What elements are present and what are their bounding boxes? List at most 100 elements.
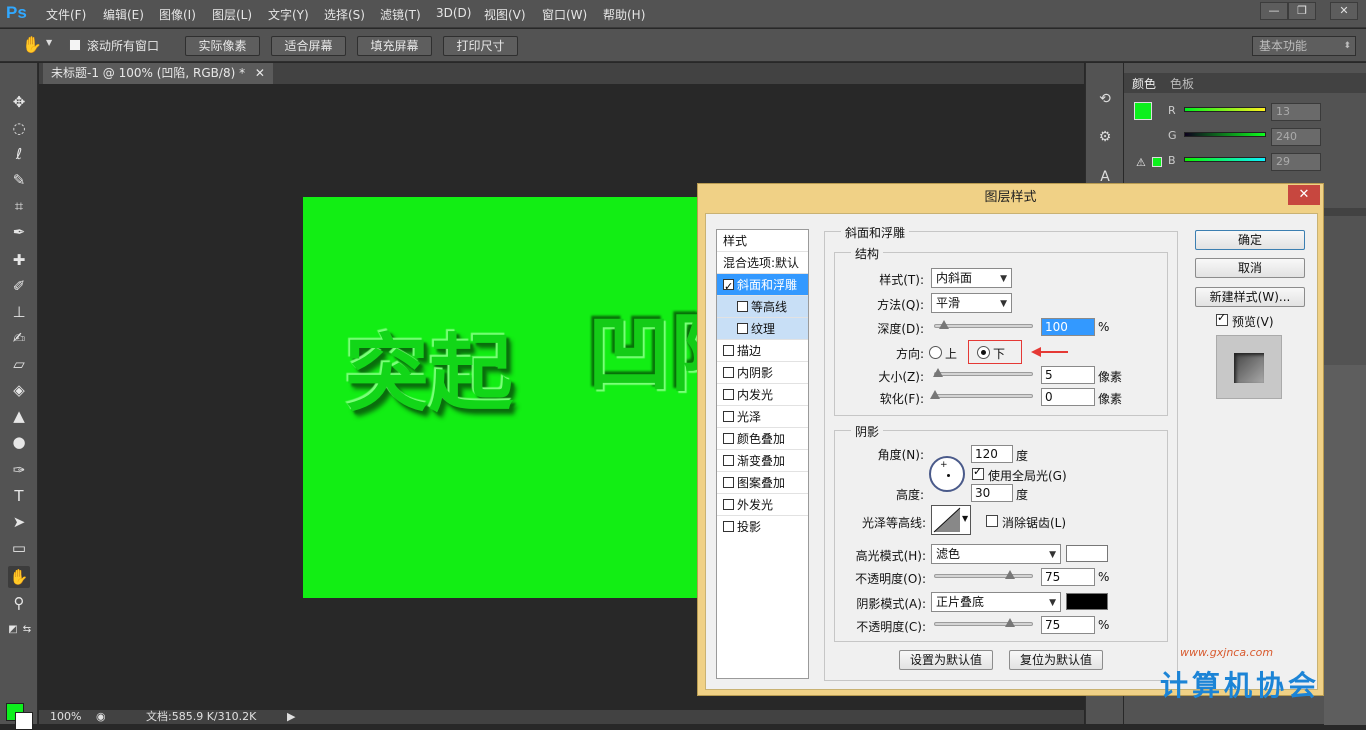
lasso-tool-icon[interactable]: ℓ: [8, 143, 30, 165]
style-item-color-overlay[interactable]: 颜色叠加: [717, 428, 808, 450]
gamut-swatch[interactable]: [1152, 157, 1162, 167]
menu-help[interactable]: 帮助(H): [603, 6, 645, 23]
style-item-contour[interactable]: 等高线: [717, 296, 808, 318]
altitude-input[interactable]: 30: [971, 484, 1013, 502]
menu-window[interactable]: 窗口(W): [542, 6, 587, 23]
minimize-icon[interactable]: —: [1260, 2, 1288, 20]
gamut-warning-icon[interactable]: ⚠: [1136, 156, 1146, 169]
style-item-satin[interactable]: 光泽: [717, 406, 808, 428]
size-slider[interactable]: [933, 368, 1033, 377]
paint-bucket-icon[interactable]: ◈: [8, 379, 30, 401]
shadow-opacity-thumb[interactable]: [1005, 618, 1015, 627]
fit-screen-button[interactable]: 适合屏幕: [271, 36, 346, 56]
fill-screen-button[interactable]: 填充屏幕: [357, 36, 432, 56]
tool-preset-dropdown-icon[interactable]: ▼: [46, 38, 52, 47]
preview-checkbox[interactable]: [1216, 311, 1228, 326]
quick-select-tool-icon[interactable]: ✎: [8, 169, 30, 191]
style-item-inner-shadow[interactable]: 内阴影: [717, 362, 808, 384]
tab-swatches[interactable]: 色板: [1170, 75, 1194, 92]
document-tab[interactable]: 未标题-1 @ 100% (凹陷, RGB/8) * ✕: [43, 63, 273, 84]
panel-foreground-swatch[interactable]: [1134, 102, 1152, 120]
status-icon[interactable]: ◉: [96, 710, 106, 724]
new-style-button[interactable]: 新建样式(W)...: [1195, 287, 1305, 307]
drop-shadow-checkbox[interactable]: [723, 521, 734, 532]
dialog-close-icon[interactable]: ✕: [1288, 185, 1320, 205]
gloss-contour-picker[interactable]: ▼: [931, 505, 971, 535]
make-default-button[interactable]: 设置为默认值: [899, 650, 993, 670]
direction-up-radio[interactable]: [929, 346, 942, 359]
styles-header[interactable]: 样式: [717, 230, 808, 252]
menu-file[interactable]: 文件(F): [46, 6, 86, 23]
anti-alias-checkbox[interactable]: [986, 515, 998, 527]
style-item-stroke[interactable]: 描边: [717, 340, 808, 362]
style-item-drop-shadow[interactable]: 投影: [717, 516, 808, 538]
dodge-tool-icon[interactable]: ●: [8, 431, 30, 453]
document-canvas[interactable]: 突起 凹陷: [303, 197, 755, 598]
b-slider[interactable]: [1184, 157, 1266, 162]
marquee-tool-icon[interactable]: ◌: [8, 117, 30, 139]
soften-slider-thumb[interactable]: [930, 390, 940, 399]
cancel-button[interactable]: 取消: [1195, 258, 1305, 278]
menu-layer[interactable]: 图层(L): [212, 6, 252, 23]
shadow-color-swatch[interactable]: [1066, 593, 1108, 610]
close-window-icon[interactable]: ✕: [1330, 2, 1358, 20]
brush-tool-icon[interactable]: ✐: [8, 275, 30, 297]
inner-shadow-checkbox[interactable]: [723, 367, 734, 378]
menu-edit[interactable]: 编辑(E): [103, 6, 144, 23]
menu-type[interactable]: 文字(Y): [268, 6, 309, 23]
blur-tool-icon[interactable]: ▲: [8, 405, 30, 427]
shadow-opacity-slider[interactable]: [934, 618, 1033, 627]
shadow-opacity-input[interactable]: 75: [1041, 616, 1095, 634]
satin-checkbox[interactable]: [723, 411, 734, 422]
inner-glow-checkbox[interactable]: [723, 389, 734, 400]
type-tool-icon[interactable]: T: [8, 485, 30, 507]
highlight-opacity-slider[interactable]: [934, 570, 1033, 579]
status-menu-arrow-icon[interactable]: ▶: [287, 710, 295, 724]
pattern-overlay-checkbox[interactable]: [723, 477, 734, 488]
angle-dial[interactable]: +: [929, 456, 965, 492]
history-panel-icon[interactable]: ⟲: [1095, 89, 1115, 109]
shadow-mode-select[interactable]: 正片叠底 ▼: [931, 592, 1061, 612]
stamp-tool-icon[interactable]: ⊥: [8, 301, 30, 323]
style-item-bevel[interactable]: 斜面和浮雕: [717, 274, 808, 298]
style-item-gradient-overlay[interactable]: 渐变叠加: [717, 450, 808, 472]
print-size-button[interactable]: 打印尺寸: [443, 36, 518, 56]
healing-brush-icon[interactable]: ✚: [8, 249, 30, 271]
close-tab-icon[interactable]: ✕: [255, 66, 265, 80]
color-overlay-checkbox[interactable]: [723, 433, 734, 444]
workspace-select[interactable]: 基本功能 ⬍: [1252, 36, 1356, 56]
move-tool-icon[interactable]: ✥: [8, 91, 30, 113]
menu-filter[interactable]: 滤镜(T): [380, 6, 421, 23]
contour-checkbox[interactable]: [737, 301, 748, 312]
eyedropper-tool-icon[interactable]: ✒: [8, 221, 30, 243]
menu-image[interactable]: 图像(I): [159, 6, 196, 23]
style-item-texture[interactable]: 纹理: [717, 318, 808, 340]
g-value[interactable]: 240: [1271, 128, 1321, 146]
swap-colors-icon[interactable]: ⇆: [16, 619, 38, 641]
scroll-all-checkbox[interactable]: [69, 39, 81, 51]
stroke-checkbox[interactable]: [723, 345, 734, 356]
depth-slider-thumb[interactable]: [939, 320, 949, 329]
style-item-pattern-overlay[interactable]: 图案叠加: [717, 472, 808, 494]
eraser-tool-icon[interactable]: ▱: [8, 353, 30, 375]
bevel-checkbox[interactable]: [723, 276, 734, 298]
highlight-opacity-thumb[interactable]: [1005, 570, 1015, 579]
ok-button[interactable]: 确定: [1195, 230, 1305, 250]
menu-view[interactable]: 视图(V): [484, 6, 526, 23]
soften-input[interactable]: 0: [1041, 388, 1095, 406]
highlight-color-swatch[interactable]: [1066, 545, 1108, 562]
bevel-style-select[interactable]: 内斜面 ▼: [931, 268, 1012, 288]
menu-select[interactable]: 选择(S): [324, 6, 365, 23]
reset-default-button[interactable]: 复位为默认值: [1009, 650, 1103, 670]
soften-slider[interactable]: [930, 390, 1033, 399]
restore-icon[interactable]: ❐: [1288, 2, 1316, 20]
blend-options-item[interactable]: 混合选项:默认: [717, 252, 808, 274]
style-item-inner-glow[interactable]: 内发光: [717, 384, 808, 406]
pen-tool-icon[interactable]: ✑: [8, 459, 30, 481]
actual-pixels-button[interactable]: 实际像素: [185, 36, 260, 56]
crop-tool-icon[interactable]: ⌗: [8, 195, 30, 217]
depth-input[interactable]: 100: [1041, 318, 1095, 336]
zoom-level[interactable]: 100%: [50, 710, 81, 724]
g-slider[interactable]: [1184, 132, 1266, 137]
highlight-opacity-input[interactable]: 75: [1041, 568, 1095, 586]
